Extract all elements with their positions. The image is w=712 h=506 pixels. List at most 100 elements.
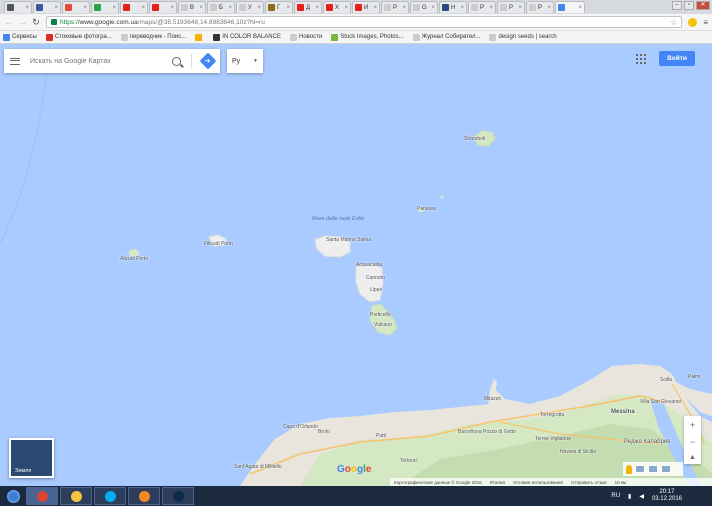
signin-button[interactable]: Войти — [659, 51, 695, 66]
place-label[interactable]: Capo d'Orlando — [283, 424, 318, 430]
browser-tab[interactable]: Р × — [381, 1, 409, 13]
search-icon[interactable] — [172, 56, 181, 66]
place-label[interactable]: Terme Vigliatore — [535, 436, 571, 442]
browser-tab[interactable]: Р × — [468, 1, 496, 13]
place-label[interactable]: Villa San Giovanni — [640, 399, 681, 405]
place-label[interactable]: Lipari — [370, 287, 382, 293]
imagery-thumbnail[interactable] — [661, 465, 671, 473]
taskbar-app-photoshop[interactable] — [162, 487, 194, 505]
compass-icon[interactable]: ▲ — [689, 454, 696, 461]
place-label[interactable]: Patti — [376, 433, 386, 439]
start-button[interactable] — [2, 487, 24, 505]
place-label[interactable]: Porticello — [370, 312, 391, 318]
volume-icon[interactable]: ◀ — [639, 493, 644, 500]
bookmark-star-icon[interactable]: ☆ — [670, 18, 677, 27]
scale-bar[interactable]: 10 км — [615, 480, 626, 485]
browser-tab[interactable]: В × — [178, 1, 206, 13]
close-tab-icon[interactable]: × — [141, 5, 145, 11]
terms-link[interactable]: Условия использования — [513, 480, 563, 485]
bookmark-item[interactable]: Журнал Собирател... — [412, 33, 480, 41]
place-label[interactable]: Messina — [611, 409, 635, 415]
browser-tab[interactable]: × — [91, 1, 119, 13]
close-tab-icon[interactable]: × — [315, 5, 319, 11]
browser-tab[interactable]: G × — [410, 1, 438, 13]
close-tab-icon[interactable]: × — [257, 5, 261, 11]
close-tab-icon[interactable]: × — [402, 5, 406, 11]
close-tab-icon[interactable]: × — [112, 5, 116, 11]
browser-tab[interactable]: × — [62, 1, 90, 13]
place-label[interactable]: Stromboli — [464, 136, 485, 142]
place-label[interactable]: Milazzo — [484, 396, 501, 402]
place-label[interactable]: Acquacalda — [356, 262, 382, 268]
bookmark-item[interactable]: Стоковые фотогра... — [45, 33, 112, 41]
feedback-link[interactable]: Отправить отзыв — [571, 480, 607, 485]
close-tab-icon[interactable]: × — [170, 5, 174, 11]
place-label[interactable]: Реджо Калабрия — [624, 439, 671, 445]
browser-tab[interactable]: × — [149, 1, 177, 13]
close-tab-icon[interactable]: × — [344, 5, 348, 11]
close-tab-icon[interactable]: × — [199, 5, 203, 11]
clock[interactable]: 20:17 03.12.2016 — [652, 489, 682, 503]
zoom-in-button[interactable]: + — [690, 420, 695, 430]
place-label[interactable]: Torregrotta — [540, 412, 564, 418]
place-label[interactable]: Panarea — [417, 206, 436, 212]
place-label[interactable]: Barcellona Pozzo di Gotto — [458, 429, 516, 435]
close-tab-icon[interactable]: × — [489, 5, 493, 11]
browser-tab[interactable]: И × — [352, 1, 380, 13]
bookmark-item[interactable]: Сервисы — [3, 33, 37, 41]
close-tab-icon[interactable]: × — [578, 5, 582, 11]
browser-tab[interactable]: Г × — [265, 1, 293, 13]
place-label[interactable]: Vulcano — [374, 322, 392, 328]
earth-view-toggle[interactable]: Земля — [9, 438, 54, 478]
place-label[interactable]: Canneto — [366, 275, 385, 281]
place-label[interactable]: Sant'Agata di Militello — [234, 464, 282, 470]
bookmark-item[interactable]: Stock Images, Photos... — [331, 33, 404, 41]
extension-icon[interactable] — [688, 17, 698, 27]
close-tab-icon[interactable]: × — [518, 5, 522, 11]
place-label[interactable]: Scilla — [660, 377, 672, 383]
close-tab-icon[interactable]: × — [431, 5, 435, 11]
input-language[interactable]: RU — [611, 493, 620, 499]
map-canvas[interactable]: Mare delle isole Eolie Stromboli Panarea… — [0, 44, 712, 486]
directions-button[interactable]: ➜ — [199, 52, 217, 70]
imagery-thumbnail[interactable] — [635, 465, 645, 473]
place-label[interactable]: Brolo — [318, 429, 330, 435]
back-button[interactable]: ← — [4, 17, 13, 27]
place-label[interactable]: Santa Marina Salina — [326, 237, 371, 243]
imagery-thumbnail[interactable] — [648, 465, 658, 473]
browser-tab[interactable]: × — [120, 1, 148, 13]
close-tab-icon[interactable]: × — [460, 5, 464, 11]
apps-grid-icon[interactable] — [636, 54, 646, 64]
browser-tab[interactable]: Х × — [323, 1, 351, 13]
maximize-button[interactable]: ▫ — [684, 1, 694, 10]
close-tab-icon[interactable]: × — [54, 5, 58, 11]
place-label[interactable]: Tortorici — [400, 458, 418, 464]
browser-tab[interactable]: × — [555, 1, 585, 13]
taskbar-app-skype[interactable] — [94, 487, 126, 505]
address-bar[interactable]: https://www.google.com.ua/maps/@38.51936… — [46, 16, 683, 28]
close-tab-icon[interactable]: × — [547, 5, 551, 11]
bookmark-item[interactable]: IN COLOR BALANCE — [213, 33, 281, 41]
place-label[interactable]: Palmi — [688, 374, 701, 380]
minimize-button[interactable]: – — [672, 1, 682, 10]
menu-icon[interactable] — [10, 57, 20, 65]
bookmark-item[interactable]: Новости — [289, 33, 322, 41]
bookmark-item[interactable] — [195, 33, 204, 41]
browser-tab[interactable]: Д × — [294, 1, 322, 13]
browser-menu-icon[interactable]: ≡ — [703, 18, 708, 27]
language-select[interactable]: Ру ▼ — [227, 49, 263, 73]
place-label[interactable]: Alicudi Porto — [120, 256, 148, 262]
network-icon[interactable]: ▮ — [628, 493, 631, 500]
browser-tab[interactable]: × — [33, 1, 61, 13]
close-tab-icon[interactable]: × — [25, 5, 29, 11]
reload-button[interactable]: ↻ — [32, 17, 40, 28]
bookmark-item[interactable]: переводчик - Поис... — [120, 33, 186, 41]
taskbar-app-explorer[interactable] — [60, 487, 92, 505]
zoom-out-button[interactable]: − — [690, 437, 695, 447]
browser-tab[interactable]: Б × — [207, 1, 235, 13]
close-tab-icon[interactable]: × — [228, 5, 232, 11]
taskbar-app-media[interactable] — [128, 487, 160, 505]
close-tab-icon[interactable]: × — [83, 5, 87, 11]
browser-tab[interactable]: У × — [236, 1, 264, 13]
browser-tab[interactable]: Р × — [497, 1, 525, 13]
